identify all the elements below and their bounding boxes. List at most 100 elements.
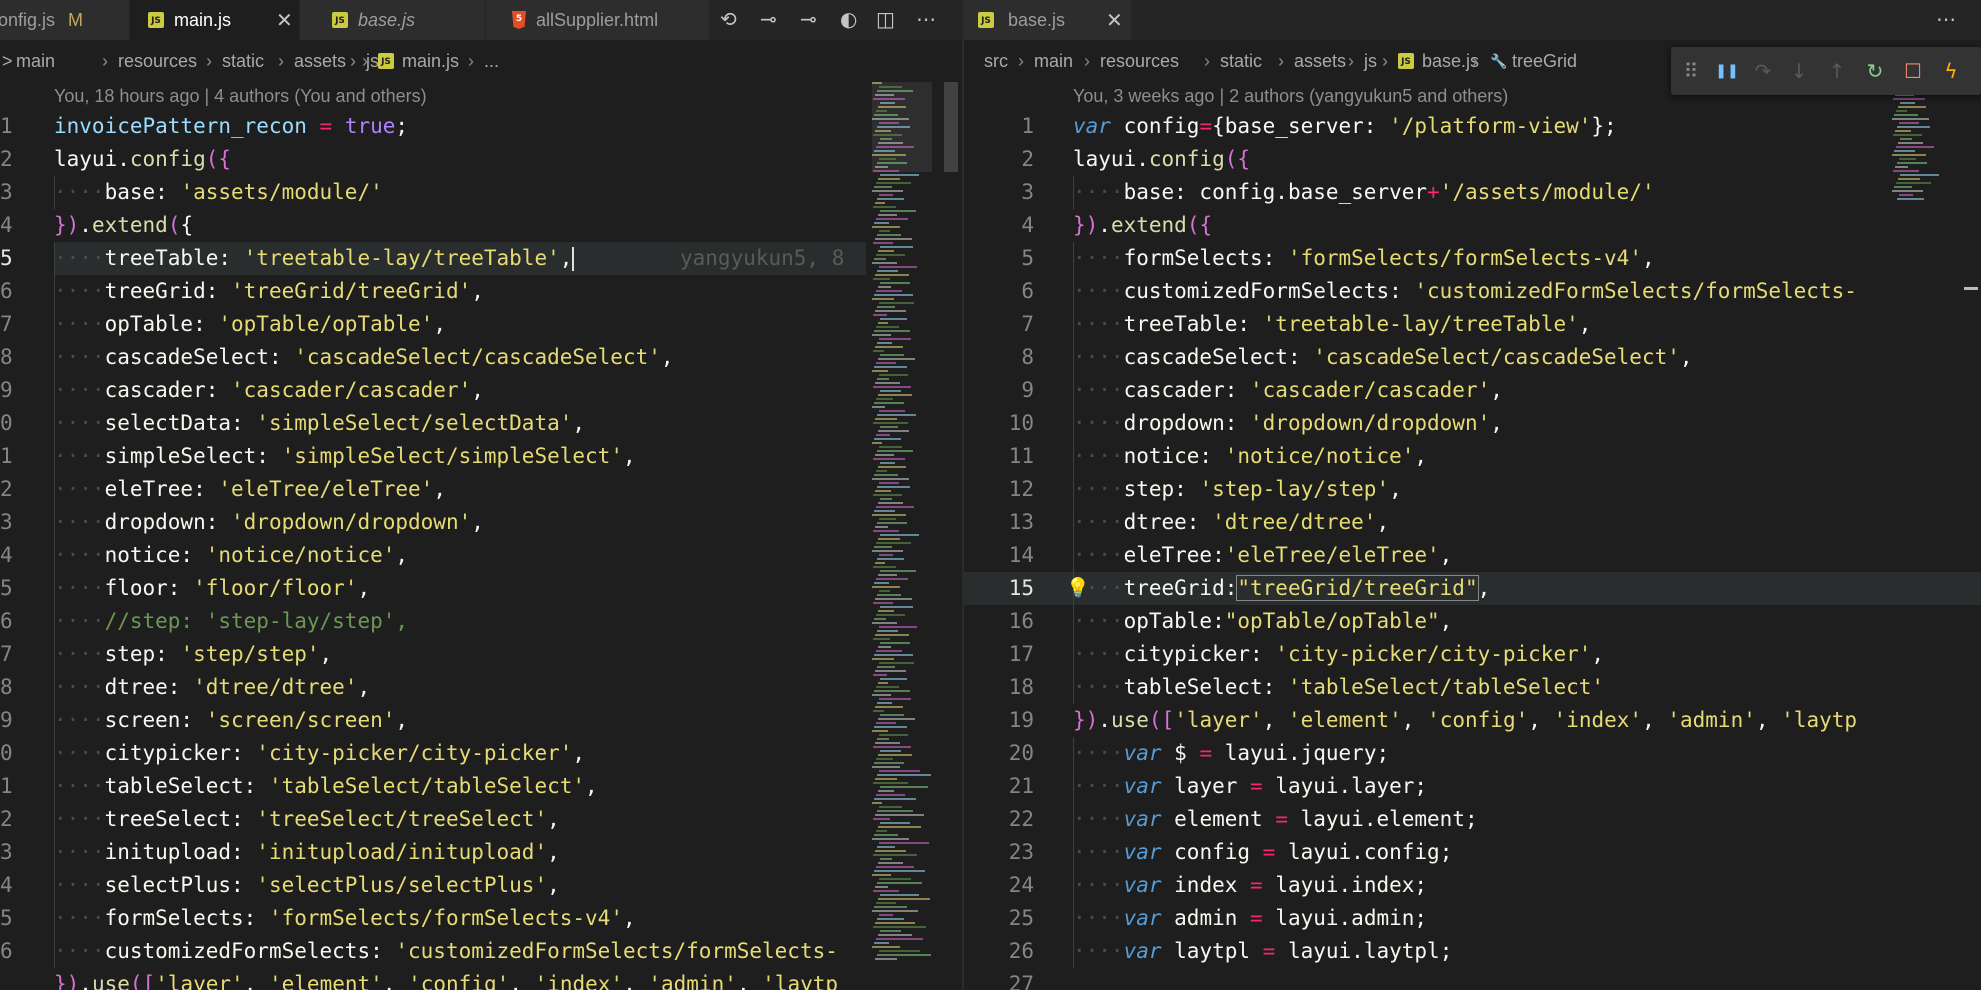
- code-line[interactable]: 10 ····dropdown: 'dropdown/dropdown',: [964, 407, 1981, 440]
- code-line[interactable]: 25 ····var admin = layui.admin;: [964, 902, 1981, 935]
- more-actions-icon[interactable]: ⋯: [1936, 0, 1956, 40]
- code-line[interactable]: 6 ····//step: 'step-lay/step',: [0, 605, 962, 638]
- code-line[interactable]: 26 ····var laytpl = layui.laytpl;: [964, 935, 1981, 968]
- codelens-blame[interactable]: You, 18 hours ago | 4 authors (You and o…: [54, 82, 427, 110]
- step-out-icon[interactable]: ↑: [1819, 47, 1855, 95]
- lightning-icon[interactable]: ϟ: [1933, 47, 1969, 95]
- code-line[interactable]: 17 ····citypicker: 'city-picker/city-pick…: [964, 638, 1981, 671]
- code-line[interactable]: 4 ····selectPlus: 'selectPlus/selectPlus'…: [0, 869, 962, 902]
- code-line[interactable]: 6 ····treeGrid: 'treeGrid/treeGrid',: [0, 275, 962, 308]
- code-line[interactable]: 1 ····tableSelect: 'tableSelect/tableSele…: [0, 770, 962, 803]
- scrollbar-thumb[interactable]: [944, 82, 958, 172]
- breadcrumb-item[interactable]: ...: [484, 40, 499, 82]
- code-line[interactable]: 8 ····dtree: 'dtree/dtree',: [0, 671, 962, 704]
- timeline-icon[interactable]: ◐: [840, 0, 857, 40]
- pause-icon[interactable]: ❚❚: [1709, 47, 1745, 95]
- vertical-scrollbar[interactable]: [1964, 82, 1978, 990]
- breadcrumb-item[interactable]: static: [222, 40, 264, 82]
- tab-base-js[interactable]: JS base.js: [300, 0, 486, 40]
- step-over-icon[interactable]: ↷: [1745, 47, 1781, 95]
- codelens-blame[interactable]: You, 3 weeks ago | 2 authors (yangyukun5…: [1073, 82, 1508, 110]
- code-line[interactable]: 9 ····cascader: 'cascader/cascader',: [964, 374, 1981, 407]
- drag-handle-icon[interactable]: ⠿: [1673, 47, 1709, 95]
- code-line[interactable]: 3 ····dropdown: 'dropdown/dropdown',: [0, 506, 962, 539]
- scrollbar-thumb[interactable]: [1964, 287, 1978, 290]
- code-line[interactable]: 22 ····var element = layui.element;: [964, 803, 1981, 836]
- breadcrumb-item[interactable]: resources: [1100, 40, 1179, 82]
- breadcrumb-item[interactable]: treeGrid: [1512, 40, 1577, 82]
- vertical-scrollbar[interactable]: [944, 82, 958, 990]
- tab-main-js[interactable]: JS main.js ✕: [130, 0, 300, 40]
- code-line[interactable]: 7 ····treeTable: 'treetable-lay/treeTable…: [964, 308, 1981, 341]
- code-line[interactable]: 7 ····opTable: 'opTable/opTable',: [0, 308, 962, 341]
- code-line[interactable]: 15 ····treeGrid:"treeGrid/treeGrid", 💡: [964, 572, 1981, 605]
- code-line[interactable]: 21 ····var layer = layui.layer;: [964, 770, 1981, 803]
- code-line[interactable]: 4}).extend({: [964, 209, 1981, 242]
- code-line[interactable]: 14 ····eleTree:'eleTree/eleTree',: [964, 539, 1981, 572]
- code-line[interactable]: 7 ····step: 'step/step',: [0, 638, 962, 671]
- code-line[interactable]: 9 ····screen: 'screen/screen',: [0, 704, 962, 737]
- code-line[interactable]: }).use(['layer', 'element', 'config', 'i…: [0, 968, 962, 990]
- breadcrumb-item[interactable]: >: [2, 40, 13, 82]
- breadcrumb-item[interactable]: main.js: [402, 40, 459, 82]
- code-line[interactable]: 0 ····selectData: 'simpleSelect/selectDat…: [0, 407, 962, 440]
- breadcrumb-item[interactable]: base.js: [1422, 40, 1479, 82]
- stop-icon[interactable]: ☐: [1895, 47, 1931, 95]
- code-line[interactable]: 8 ····cascadeSelect: 'cascadeSelect/casca…: [0, 341, 962, 374]
- breadcrumb-item[interactable]: main: [1034, 40, 1073, 82]
- breadcrumb-item[interactable]: assets: [1294, 40, 1346, 82]
- code-line[interactable]: 4 ····notice: 'notice/notice',: [0, 539, 962, 572]
- code-line[interactable]: 5 ····treeTable: 'treetable-lay/treeTable…: [0, 242, 866, 275]
- git-commit-next-icon[interactable]: ⊸: [800, 0, 817, 40]
- code-line[interactable]: 5 ····formSelects: 'formSelects/formSelec…: [0, 902, 962, 935]
- split-editor-icon[interactable]: ◫: [876, 0, 895, 40]
- step-into-icon[interactable]: ↓: [1781, 47, 1817, 95]
- code-line[interactable]: 27: [964, 968, 1981, 990]
- close-icon[interactable]: ✕: [276, 0, 293, 40]
- close-icon[interactable]: ✕: [1106, 0, 1123, 40]
- code-line[interactable]: 2 layui.config({: [964, 143, 1981, 176]
- breadcrumb-item[interactable]: assets: [294, 40, 346, 82]
- breadcrumb-item[interactable]: js: [1364, 40, 1377, 82]
- code-line[interactable]: 12 ····step: 'step-lay/step',: [964, 473, 1981, 506]
- code-line[interactable]: 1 ····simpleSelect: 'simpleSelect/simpleS…: [0, 440, 962, 473]
- code-editor-base-js[interactable]: 1 var config={base_server: '/platform-vie…: [964, 110, 1981, 990]
- breadcrumb-item[interactable]: static: [1220, 40, 1262, 82]
- code-line[interactable]: 6 ····customizedFormSelects: 'customizedF…: [0, 935, 962, 968]
- code-line[interactable]: 11 ····notice: 'notice/notice',: [964, 440, 1981, 473]
- breadcrumb-item[interactable]: src: [984, 40, 1008, 82]
- git-commit-prev-icon[interactable]: ⊸: [760, 0, 777, 40]
- code-line[interactable]: 2 ····eleTree: 'eleTree/eleTree',: [0, 473, 962, 506]
- lightbulb-icon[interactable]: 💡: [1066, 572, 1090, 605]
- tab-onfig-js[interactable]: onfig.js M: [0, 0, 130, 40]
- code-editor-main-js[interactable]: 1 invoicePattern_recon = true; 2 layui.conf…: [0, 110, 962, 990]
- minimap[interactable]: [872, 82, 932, 990]
- code-line[interactable]: 20 ····var $ = layui.jquery;: [964, 737, 1981, 770]
- code-line[interactable]: 23 ····var config = layui.config;: [964, 836, 1981, 869]
- code-line[interactable]: 3 ····base: 'assets/module/': [0, 176, 962, 209]
- code-line[interactable]: 19}).use(['layer', 'element', 'config', …: [964, 704, 1981, 737]
- code-line[interactable]: 0 ····citypicker: 'city-picker/city-picke…: [0, 737, 962, 770]
- minimap[interactable]: [1892, 82, 1952, 990]
- code-line[interactable]: 13 ····dtree: 'dtree/dtree',: [964, 506, 1981, 539]
- code-line[interactable]: 2 ····treeSelect: 'treeSelect/treeSelect'…: [0, 803, 962, 836]
- code-line[interactable]: 1 invoicePattern_recon = true;: [0, 110, 962, 143]
- code-line[interactable]: 24 ····var index = layui.index;: [964, 869, 1981, 902]
- code-line[interactable]: 3 ····initupload: 'initupload/initupload'…: [0, 836, 962, 869]
- breadcrumb-item[interactable]: resources: [118, 40, 197, 82]
- code-line[interactable]: 18 ····tableSelect: 'tableSelect/tableSel…: [964, 671, 1981, 704]
- code-line[interactable]: 5 ····formSelects: 'formSelects/formSelec…: [964, 242, 1981, 275]
- code-line[interactable]: 6 ····customizedFormSelects: 'customizedF…: [964, 275, 1981, 308]
- code-line[interactable]: 3 ····base: config.base_server+'/assets/m…: [964, 176, 1981, 209]
- restart-icon[interactable]: ↻: [1857, 47, 1893, 95]
- code-line[interactable]: 9 ····cascader: 'cascader/cascader',: [0, 374, 962, 407]
- breadcrumb-item[interactable]: main: [16, 40, 55, 82]
- code-line[interactable]: 5 ····floor: 'floor/floor',: [0, 572, 962, 605]
- code-line[interactable]: 8 ····cascadeSelect: 'cascadeSelect/casca…: [964, 341, 1981, 374]
- code-line[interactable]: 4}).extend({: [0, 209, 962, 242]
- git-compare-icon[interactable]: ⟲: [720, 0, 737, 40]
- code-line[interactable]: 16 ····opTable:"opTable/opTable",: [964, 605, 1981, 638]
- more-actions-icon[interactable]: ⋯: [916, 0, 936, 40]
- tab-base-js[interactable]: JS base.js ✕: [964, 0, 1132, 40]
- tab-allsupplier-html[interactable]: 5 allSupplier.html: [486, 0, 710, 40]
